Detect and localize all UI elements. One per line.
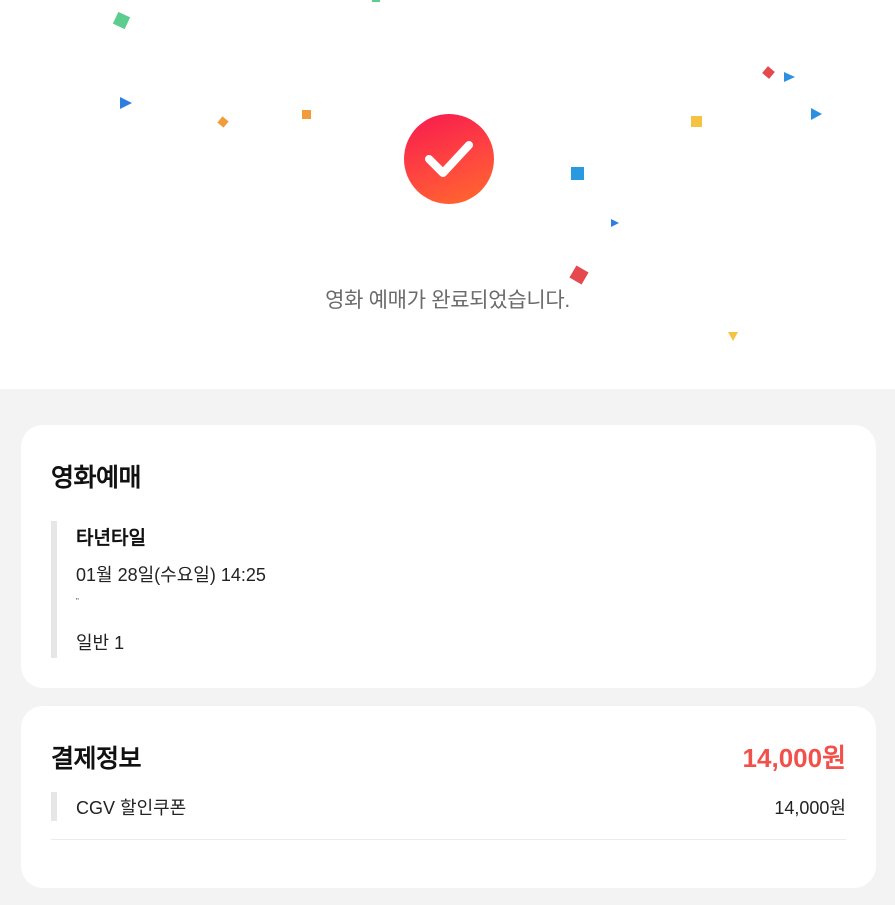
confetti-piece	[728, 332, 738, 341]
confetti-piece	[120, 97, 132, 109]
confetti-piece	[112, 11, 131, 30]
confetti-piece	[762, 66, 775, 79]
confetti-piece	[784, 72, 795, 82]
confetti-piece	[811, 108, 822, 120]
success-check-icon	[404, 114, 494, 204]
confetti-piece	[569, 265, 589, 285]
completion-hero: 영화 예매가 완료되었습니다.	[0, 0, 895, 389]
confetti-piece	[372, 0, 380, 2]
payment-total: 14,000원	[742, 743, 846, 773]
completion-message: 영화 예매가 완료되었습니다.	[325, 289, 570, 312]
booking-details: 타년타일 01월 28일(수요일) 14:25 " 일반 1	[51, 521, 351, 658]
confetti-piece	[217, 116, 229, 128]
booking-title: 영화예매	[51, 464, 142, 492]
confetti-piece	[302, 110, 311, 119]
payment-item: CGV 할인쿠폰 14,000원	[51, 792, 846, 821]
confetti-piece	[691, 116, 702, 127]
confetti-piece	[611, 219, 619, 227]
payment-item-label: CGV 할인쿠폰	[76, 798, 187, 818]
payment-card: 결제정보 14,000원 CGV 할인쿠폰 14,000원	[21, 706, 876, 888]
ticket-count: 일반 1	[76, 633, 125, 653]
confetti-piece	[571, 167, 584, 180]
booking-card: 영화예매 타년타일 01월 28일(수요일) 14:25 " 일반 1	[21, 425, 876, 688]
showtime: 01월 28일(수요일) 14:25	[76, 565, 266, 585]
movie-title: 타년타일	[76, 528, 146, 549]
payment-item-amount: 14,000원	[774, 798, 846, 818]
divider	[51, 839, 846, 840]
payment-title: 결제정보	[51, 745, 142, 773]
truncated-detail: "	[76, 597, 79, 606]
